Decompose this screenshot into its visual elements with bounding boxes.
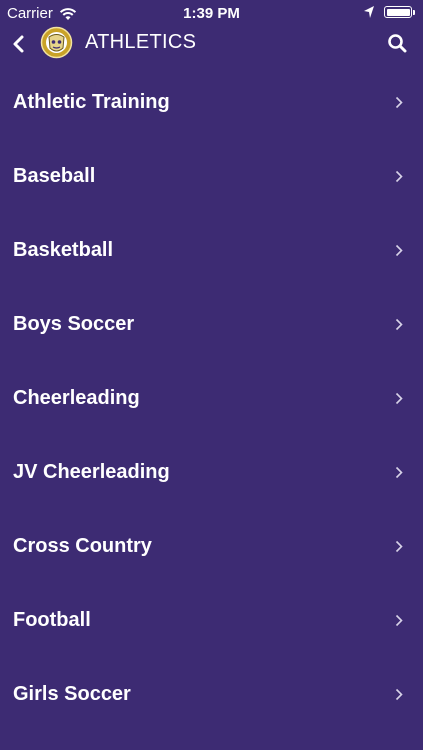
list-item-baseball[interactable]: Baseball xyxy=(0,141,423,215)
list-item-label: Baseball xyxy=(13,165,96,187)
status-right-icons xyxy=(363,5,415,19)
chevron-right-icon xyxy=(395,688,403,701)
status-time: 1:39 PM xyxy=(183,5,240,22)
nav-bar: ATHLETICS xyxy=(0,26,423,64)
page-title: ATHLETICS xyxy=(85,31,197,53)
chevron-right-icon xyxy=(395,318,403,331)
list-item-label: JV Cheerleading xyxy=(13,461,170,483)
list-item-label: Girls Soccer xyxy=(13,683,131,705)
list-item-boys-soccer[interactable]: Boys Soccer xyxy=(0,289,423,363)
list-item-girls-soccer[interactable]: Girls Soccer xyxy=(0,659,423,733)
list-item-label: Football xyxy=(13,609,91,631)
list-item-athletic-training[interactable]: Athletic Training xyxy=(0,67,423,141)
list-item-label: Cheerleading xyxy=(13,387,140,409)
school-crest-logo xyxy=(40,26,73,59)
list-item-football[interactable]: Football xyxy=(0,585,423,659)
status-bar: Carrier 1:39 PM xyxy=(0,0,423,26)
list-item-label: Athletic Training xyxy=(13,91,170,113)
battery-tip xyxy=(413,9,415,15)
back-button[interactable] xyxy=(10,34,28,54)
chevron-right-icon xyxy=(395,392,403,405)
list-item-basketball[interactable]: Basketball xyxy=(0,215,423,289)
chevron-right-icon xyxy=(395,614,403,627)
chevron-right-icon xyxy=(395,96,403,109)
list-item-label: Basketball xyxy=(13,239,114,261)
chevron-right-icon xyxy=(395,466,403,479)
location-arrow-icon xyxy=(364,6,374,18)
search-button[interactable] xyxy=(387,33,407,53)
list-item-cheerleading[interactable]: Cheerleading xyxy=(0,363,423,437)
list-item-label: Cross Country xyxy=(13,535,152,557)
chevron-right-icon xyxy=(395,540,403,553)
chevron-right-icon xyxy=(395,170,403,183)
battery-icon xyxy=(384,6,412,18)
list-item-jv-cheerleading[interactable]: JV Cheerleading xyxy=(0,437,423,511)
list-item-label: Boys Soccer xyxy=(13,313,135,335)
athletics-list: Athletic Training Baseball Basketball Bo… xyxy=(0,67,423,733)
chevron-right-icon xyxy=(395,244,403,257)
list-item-cross-country[interactable]: Cross Country xyxy=(0,511,423,585)
battery-level xyxy=(386,8,410,16)
